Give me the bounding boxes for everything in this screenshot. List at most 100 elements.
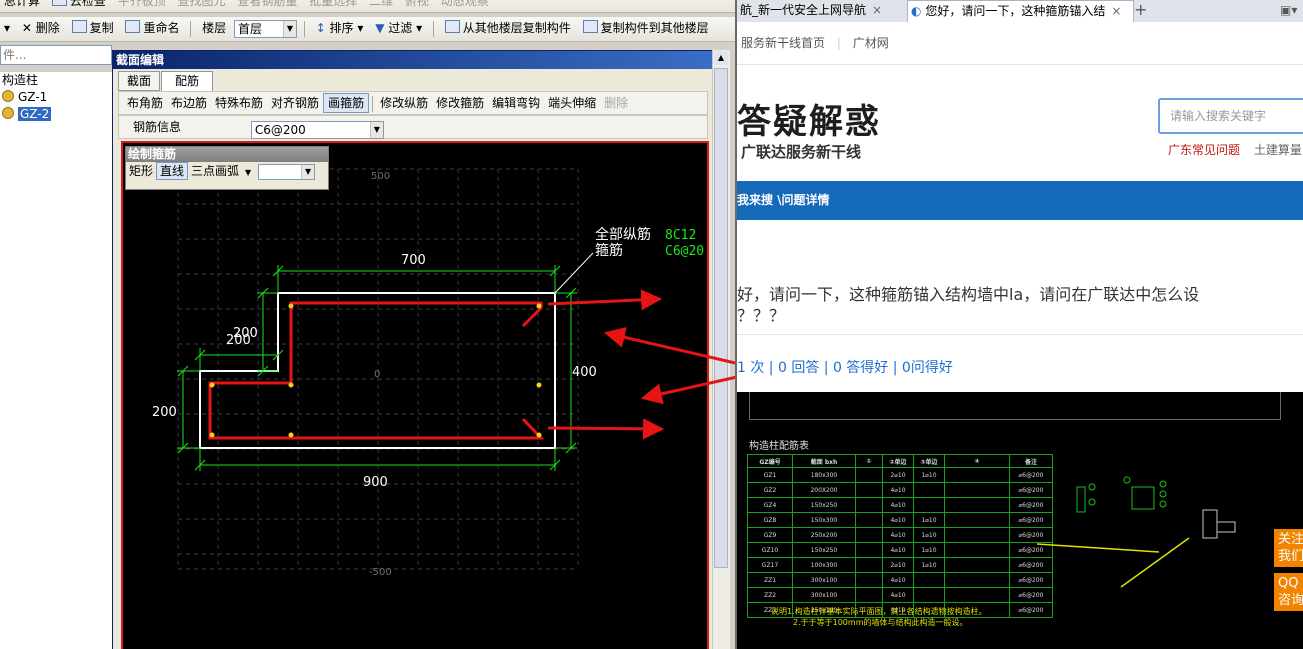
dialog-title[interactable]: 截面编辑 <box>113 51 716 69</box>
close-icon[interactable]: × <box>872 3 882 17</box>
cad-table-header: 截面 bxh <box>792 454 856 468</box>
draw-arc-button[interactable]: 三点画弧 <box>188 162 242 180</box>
draw-style-select[interactable]: ▼ <box>258 163 316 180</box>
tree-root[interactable]: 构造柱 <box>0 72 112 89</box>
cad-note-1: 说明1.构造柱详基本实际平面图，其上各结构遗物按构造柱。 <box>771 607 987 616</box>
cad-table-row: GZ2 200X200 4⌀10 ⌀6@200 <box>747 482 1053 498</box>
floor-select[interactable]: 首层 ▼ <box>233 19 297 38</box>
tab-rebar[interactable]: 配筋 <box>161 71 213 92</box>
filter-button[interactable]: ▼ 过滤 ▾ <box>371 17 426 39</box>
toolbar-item-top-view[interactable]: 俯视 <box>401 0 433 12</box>
browser-tab-nav[interactable]: 航_新一代安全上网导航 × <box>737 0 908 22</box>
draw-line-button[interactable]: 直线 <box>156 162 189 180</box>
qq-consult-button[interactable]: QQ 咨询 <box>1274 573 1303 611</box>
toolbar-separator <box>190 20 192 37</box>
link-guangdong-faq[interactable]: 广东常见问题 <box>1168 143 1240 157</box>
cad-table-cell <box>855 512 883 528</box>
scrollbar-thumb[interactable] <box>714 68 728 568</box>
toolbar-item-view-rebar[interactable]: 查看钢筋量 <box>233 0 301 12</box>
draw-panel-title[interactable]: 绘制箍筋 <box>126 147 328 162</box>
ribbon-corner-rebar[interactable]: 布角筋 <box>119 92 167 114</box>
follow-us-button[interactable]: 关注 我们 <box>1274 529 1303 567</box>
cad-table-cell: 150x300 <box>792 512 856 528</box>
ribbon-align-rebar[interactable]: 对齐钢筋 <box>267 92 323 114</box>
cad-table-row: ZZ1 300x100 4⌀10 ⌀6@200 <box>747 572 1053 588</box>
ribbon-special-rebar[interactable]: 特殊布筋 <box>211 92 267 114</box>
ribbon-modify-stirrup[interactable]: 修改箍筋 <box>432 92 488 114</box>
cad-detail-sketches <box>1037 476 1236 588</box>
callout-value2: C6@20 <box>665 244 704 259</box>
question-image-cad[interactable]: 构造柱配筋表 GZ编号 截面 bxh ① ②单边 ③单边 ④ 备注 GZ1 180… <box>737 392 1303 649</box>
ribbon-modify-longitudinal[interactable]: 修改纵筋 <box>376 92 432 114</box>
cad-table-cell <box>944 467 1010 483</box>
scroll-up-icon[interactable]: ▲ <box>714 51 728 65</box>
link-civil-calc[interactable]: 土建算量 <box>1244 143 1302 157</box>
breadcrumb[interactable]: 我来搜 \问题详情 <box>737 193 830 207</box>
site-search-input[interactable]: 请输入搜索关键字 <box>1158 98 1303 134</box>
toolbar-overflow-arrow[interactable]: ▾ <box>0 17 14 39</box>
qq-label: QQ <box>1278 576 1299 591</box>
cad-table-cell <box>855 497 883 513</box>
cad-table-cell: 300x100 <box>792 587 856 603</box>
component-search-input[interactable]: 件... <box>0 45 112 65</box>
copy-from-floor-button[interactable]: 从其他楼层复制构件 <box>441 17 575 39</box>
cad-table-cell <box>913 482 945 498</box>
copy-button[interactable]: 复制 <box>68 17 118 39</box>
ribbon-delete[interactable]: 删除 <box>600 92 632 114</box>
cad-frame-top <box>749 392 1281 420</box>
cad-table-title: 构造柱配筋表 <box>749 441 809 452</box>
toolbar-item-find[interactable]: 查找图元 <box>174 0 230 12</box>
toolbar-item-calc[interactable]: 总计算 <box>0 0 44 12</box>
ribbon-draw-stirrup[interactable]: 画箍筋 <box>323 93 370 113</box>
dim-top: 700 <box>401 253 426 268</box>
browser-tab-label: 您好，请问一下，这种箍筋锚入结 <box>925 4 1106 18</box>
cad-table-cell <box>944 542 1010 558</box>
cad-table-cell: 4⌀10 <box>882 542 914 558</box>
site-logo[interactable]: 答疑解惑 广联达服务新干线 <box>737 100 907 160</box>
follow-label: 关注 <box>1278 532 1303 547</box>
vertical-scrollbar[interactable]: ▲ <box>712 50 730 649</box>
sort-button[interactable]: ↕ 排序 ▾ <box>312 17 368 39</box>
cad-table-cell <box>855 572 883 588</box>
rename-button[interactable]: 重命名 <box>121 17 183 39</box>
bookmark-home[interactable]: 服务新干线首页 <box>737 36 825 50</box>
close-icon[interactable]: × <box>1111 4 1121 18</box>
cad-table-cell: ⌀6@200 <box>1009 602 1053 618</box>
tab-menu-icon[interactable]: ▣▾ <box>1277 0 1303 22</box>
toolbar-item-2d[interactable]: 二维 <box>365 0 397 12</box>
tree-item-gz2[interactable]: GZ-2 <box>0 106 112 123</box>
floor-select-value: 首层 <box>237 21 262 36</box>
cad-table-cell: 180x300 <box>792 467 856 483</box>
draw-rect-button[interactable]: 矩形 <box>126 162 156 180</box>
new-tab-icon[interactable]: + <box>1131 0 1158 22</box>
cad-table-cell: GZ9 <box>747 527 793 543</box>
browser-tab-active[interactable]: ◐ 您好，请问一下，这种箍筋锚入结 × <box>907 0 1134 23</box>
section-drawing[interactable]: 500 0 -500 700 900 400 200 200 200 全部纵筋 … <box>123 143 707 649</box>
cad-table-cell <box>944 572 1010 588</box>
rebar-info-select[interactable]: C6@200 ▼ <box>250 120 384 139</box>
ribbon-edit-hook[interactable]: 编辑弯钩 <box>488 92 544 114</box>
browser-tab-bar: 航_新一代安全上网导航 × ◐ 您好，请问一下，这种箍筋锚入结 × + ▣▾ <box>737 0 1303 23</box>
toolbar-item-align-top[interactable]: 平齐板顶 <box>114 0 170 12</box>
copy-to-floor-button[interactable]: 复制构件到其他楼层 <box>579 17 713 39</box>
bookmark-gcw[interactable]: 广材网 <box>853 36 889 50</box>
cad-table-row: GZ17 100x300 2⌀10 1⌀10 ⌀6@200 <box>747 557 1053 573</box>
cad-table-cell <box>855 542 883 558</box>
rebar-info-row: 钢筋信息 C6@200 ▼ <box>118 115 708 139</box>
sort-label: 排序 <box>329 21 354 35</box>
toolbar-item-cloud-check[interactable]: 云检查 <box>48 0 110 12</box>
rebar-info-label: 钢筋信息 <box>133 120 182 134</box>
delete-button[interactable]: ✕ 删除 <box>18 17 64 39</box>
cloud-check-icon <box>51 0 67 6</box>
cad-table-cell <box>944 557 1010 573</box>
cad-table-row: GZ8 150x300 4⌀10 1⌀10 ⌀6@200 <box>747 512 1053 528</box>
cad-table-cell <box>913 497 945 513</box>
ribbon-edge-rebar[interactable]: 布边筋 <box>167 92 211 114</box>
toolbar-item-batch-select[interactable]: 批量选择 <box>305 0 361 12</box>
tree-item-gz1[interactable]: GZ-1 <box>0 89 112 106</box>
drawing-canvas[interactable]: 500 0 -500 700 900 400 200 200 200 全部纵筋 … <box>121 141 709 649</box>
chevron-down-icon[interactable]: ▼ <box>242 164 254 182</box>
toolbar-item-orbit[interactable]: 动态观察 <box>437 0 493 12</box>
ribbon-end-stretch[interactable]: 端头伸缩 <box>544 92 600 114</box>
tab-section[interactable]: 截面 <box>118 71 160 91</box>
